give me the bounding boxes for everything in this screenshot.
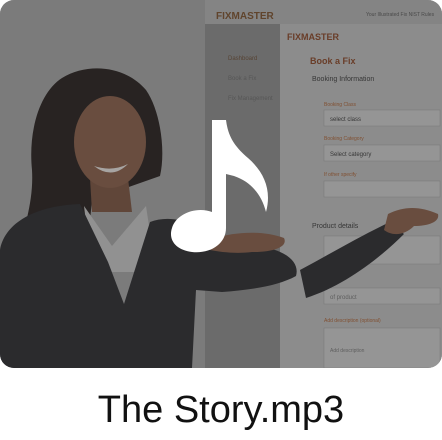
file-name: The Story.mp3	[97, 389, 345, 431]
music-note-icon	[170, 120, 268, 253]
media-thumbnail[interactable]: FIXMASTER FIXMASTER Your Illustrated Fix…	[0, 0, 442, 368]
